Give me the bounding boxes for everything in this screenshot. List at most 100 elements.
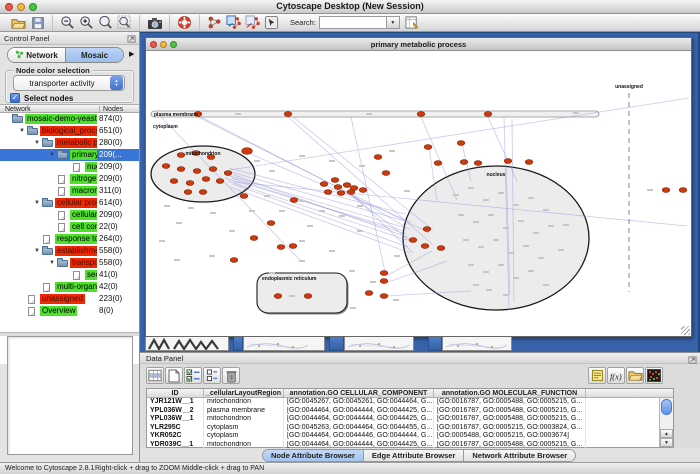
import-attributes-icon[interactable] xyxy=(626,367,644,384)
plasma-membrane-region[interactable] xyxy=(151,111,599,117)
unselect-attributes-icon[interactable] xyxy=(203,367,221,384)
network-node[interactable] xyxy=(162,164,170,169)
table-row[interactable]: YJR121W__1mitochondrion[GO:0045267, GO:0… xyxy=(147,398,673,407)
zoom-in-icon[interactable] xyxy=(78,15,95,31)
node-color-dropdown[interactable]: transporter activity ▲▼ xyxy=(13,75,125,91)
network-node[interactable] xyxy=(250,236,258,241)
network-node[interactable] xyxy=(382,171,390,176)
tree-row[interactable]: nucleobase-209(0) xyxy=(0,161,139,173)
chevron-down-icon[interactable]: ▼ xyxy=(19,127,25,135)
tree-row[interactable]: ▼biological_process651(0) xyxy=(0,125,139,137)
network-node[interactable] xyxy=(230,258,238,263)
tree-row[interactable]: cellular metabo209(0) xyxy=(0,209,139,221)
network-node[interactable] xyxy=(224,171,232,176)
chevron-down-icon[interactable]: ▼ xyxy=(34,247,40,255)
network-node[interactable] xyxy=(380,279,388,284)
network-node[interactable] xyxy=(434,161,442,166)
select-attributes-icon[interactable] xyxy=(184,367,202,384)
tree-row[interactable]: ▼metabolic process280(0) xyxy=(0,137,139,149)
network-node[interactable] xyxy=(679,188,687,193)
zoom-selected-icon[interactable] xyxy=(97,15,114,31)
chevron-down-icon[interactable]: ▼ xyxy=(49,259,55,267)
column-header[interactable]: _cellularLayoutRegion xyxy=(204,389,284,397)
background-window-title-edge[interactable] xyxy=(428,337,442,351)
function-builder-icon[interactable]: f(x) xyxy=(607,367,625,384)
column-header[interactable]: annotation.GO MOLECULAR_FUNCTION xyxy=(434,389,586,397)
column-header[interactable]: annotation.GO CELLULAR_COMPONENT xyxy=(284,389,434,397)
network-node[interactable] xyxy=(202,177,210,182)
network-canvas[interactable]: plasma membranecytoplasmmitochondrionnuc… xyxy=(146,51,691,336)
network-node[interactable] xyxy=(331,178,339,183)
snapshot-icon[interactable] xyxy=(146,15,163,31)
chevron-down-icon[interactable]: ▼ xyxy=(34,199,40,207)
birdseye-view[interactable] xyxy=(7,336,133,455)
tree-row[interactable]: mosaic-demo-yeast874(0) xyxy=(0,113,139,125)
help-icon[interactable] xyxy=(176,15,193,31)
network-node[interactable] xyxy=(334,185,342,190)
background-window-mini-network[interactable] xyxy=(344,337,414,351)
tree-row[interactable]: unassigned223(0) xyxy=(0,293,139,305)
open-file-icon[interactable] xyxy=(10,15,27,31)
network-node[interactable] xyxy=(380,271,388,276)
network-node[interactable] xyxy=(457,141,465,146)
network-node[interactable] xyxy=(374,155,382,160)
network-node[interactable] xyxy=(284,112,292,117)
network-node[interactable] xyxy=(460,160,468,165)
tree-row[interactable]: multi-organism pro42(0) xyxy=(0,281,139,293)
tree-row[interactable]: macromolecule311(0) xyxy=(0,185,139,197)
network-node[interactable] xyxy=(290,198,298,203)
matrix-icon[interactable] xyxy=(645,367,663,384)
network-node[interactable] xyxy=(177,167,185,172)
table-row[interactable]: YDR039C__1mitochondrion[GO:0044464, GO:0… xyxy=(147,441,673,450)
nucleus-region[interactable] xyxy=(403,166,589,310)
tree-row[interactable]: cell communicat22(0) xyxy=(0,221,139,233)
table-scrollbar[interactable]: ▲▼ xyxy=(659,398,673,447)
table-row[interactable]: YKR052Ccytoplasm[GO:0044464, GO:0044446,… xyxy=(147,432,673,441)
network-node[interactable] xyxy=(421,244,429,249)
network-node[interactable] xyxy=(304,294,312,299)
network-node[interactable] xyxy=(242,148,253,155)
network-node[interactable] xyxy=(409,238,417,243)
tree-row[interactable]: response to stimulu264(0) xyxy=(0,233,139,245)
background-window-title-edge[interactable] xyxy=(329,337,344,351)
network-node[interactable] xyxy=(424,145,432,150)
delete-attribute-icon[interactable] xyxy=(222,367,240,384)
background-window-title-edge[interactable] xyxy=(233,337,243,351)
network-node[interactable] xyxy=(289,244,297,249)
create-view-icon[interactable] xyxy=(225,15,242,31)
network-node[interactable] xyxy=(209,167,217,172)
app-titlebar[interactable]: Cytoscape Desktop (New Session) xyxy=(0,0,700,14)
tab-network[interactable]: Network xyxy=(8,48,65,62)
network-node[interactable] xyxy=(437,246,445,251)
network-node[interactable] xyxy=(324,190,332,195)
network-node[interactable] xyxy=(380,294,388,299)
background-window-mini-network[interactable] xyxy=(442,337,512,351)
float-panel-icon[interactable] xyxy=(687,355,697,364)
network-node[interactable] xyxy=(343,183,351,188)
tree-row[interactable]: ▼transport558(0) xyxy=(0,257,139,269)
resize-grip[interactable] xyxy=(681,326,690,335)
network-node[interactable] xyxy=(474,161,482,166)
network-node[interactable] xyxy=(504,159,512,164)
background-window-overview-zigzag[interactable] xyxy=(145,337,229,351)
background-window-mini-network[interactable] xyxy=(243,337,325,351)
vizmapper-icon[interactable] xyxy=(263,15,280,31)
search-dropdown-arrow-icon[interactable]: ▼ xyxy=(387,16,400,29)
network-node[interactable] xyxy=(365,291,373,296)
new-attribute-icon[interactable] xyxy=(165,367,183,384)
table-row[interactable]: YPL036W__1mitochondrion[GO:0044464, GO:0… xyxy=(147,415,673,424)
tab-mosaic[interactable]: Mosaic xyxy=(65,48,123,62)
tab-network-attribute-browser[interactable]: Network Attribute Browser xyxy=(463,450,575,461)
network-node[interactable] xyxy=(359,188,367,193)
zoom-out-icon[interactable] xyxy=(59,15,76,31)
network-node[interactable] xyxy=(484,112,492,117)
tab-node-attribute-browser[interactable]: Node Attribute Browser xyxy=(263,450,363,461)
network-node[interactable] xyxy=(662,188,670,193)
network-node[interactable] xyxy=(186,181,194,186)
destroy-view-icon[interactable] xyxy=(244,15,261,31)
scrollbar-thumb[interactable] xyxy=(661,399,672,415)
network-node[interactable] xyxy=(274,294,282,299)
column-header[interactable] xyxy=(586,389,659,397)
network-window-titlebar[interactable]: primary metabolic process xyxy=(146,38,691,51)
notes-icon[interactable] xyxy=(588,367,606,384)
